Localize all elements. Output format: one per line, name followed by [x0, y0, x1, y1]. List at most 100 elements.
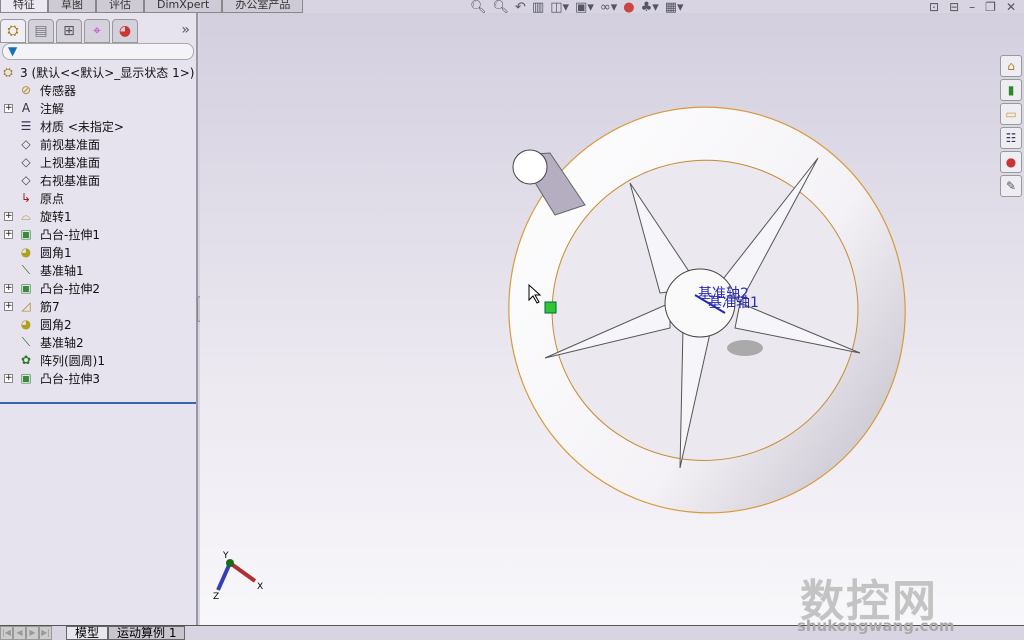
zoom-to-area-icon[interactable]: 🔍︎ [493, 0, 510, 16]
tree-item-label: 材质 <未指定> [40, 119, 124, 134]
tab-sketch[interactable]: 草图 [48, 0, 96, 13]
task-pane: ⌂ ▮ ▭ ☷ ● ✎ [1000, 55, 1024, 199]
dimxpert-manager-icon[interactable]: ⌖ [84, 19, 110, 43]
tab-motion-study-1[interactable]: 运动算例 1 [108, 626, 186, 640]
plane-icon: ◇ [21, 137, 31, 151]
tab-features[interactable]: 特征 [0, 0, 48, 13]
part-icon: ⛭ [3, 65, 13, 79]
tree-item-label: 筋7 [40, 299, 60, 314]
apply-scene-icon[interactable]: ♣▾ [641, 0, 659, 16]
tree-item-label: 凸台-拉伸2 [40, 281, 100, 296]
expand-icon[interactable]: + [4, 283, 13, 293]
home-icon[interactable]: ⌂ [1000, 55, 1022, 77]
hub-back [727, 340, 763, 356]
minimize-icon[interactable]: – [969, 0, 975, 14]
plane-icon: ◇ [21, 173, 31, 187]
last-tab-icon[interactable]: ▶| [39, 626, 52, 640]
tree-item[interactable]: ✿ 阵列(圆周)1 [0, 351, 196, 369]
tree-item[interactable]: ⟍ 基准轴1 [0, 261, 196, 279]
tree-item[interactable]: + ⌓ 旋转1 [0, 207, 196, 225]
svg-text:X: X [257, 582, 263, 592]
previous-view-icon[interactable]: ↶ [515, 0, 526, 16]
tree-item[interactable]: ⊘ 传感器 [0, 81, 196, 99]
tree-item[interactable]: ◇ 上视基准面 [0, 153, 196, 171]
tree-item[interactable]: ◕ 圆角2 [0, 315, 196, 333]
view-triad: Y X Z [213, 551, 263, 602]
zoom-to-fit-icon[interactable]: 🔍︎ [470, 0, 487, 16]
material-icon: ☰ [20, 119, 32, 133]
display-manager-icon[interactable]: ◕ [112, 19, 138, 43]
tree-item-label: 凸台-拉伸3 [40, 371, 100, 386]
edit-appearance-icon[interactable]: ● [623, 0, 634, 16]
tab-model[interactable]: 模型 [66, 626, 109, 640]
expand-icon[interactable]: + [4, 229, 13, 239]
section-view-icon[interactable]: ▥ [532, 0, 544, 16]
view-orientation-icon[interactable]: ◫▾ [550, 0, 569, 16]
plane-icon: ◇ [21, 155, 31, 169]
view-settings-icon[interactable]: ▦▾ [665, 0, 684, 16]
tree-item[interactable]: + A 注解 [0, 99, 196, 117]
tab-evaluate[interactable]: 评估 [96, 0, 144, 13]
selection-handle[interactable] [544, 301, 557, 314]
first-tab-icon[interactable]: |◀ [0, 626, 13, 640]
command-manager-tabs: 特征 草图 评估 DimXpert 办公室产品 [0, 0, 304, 13]
tree-item-label: 旋转1 [40, 209, 72, 224]
expand-icon[interactable]: + [4, 301, 13, 311]
configuration-manager-icon[interactable]: ⊞ [56, 19, 82, 43]
close-icon[interactable]: ✕ [1006, 0, 1016, 14]
expand-panel-button[interactable]: » [181, 19, 190, 43]
tree-item-label: 上视基准面 [40, 155, 101, 170]
expand-icon[interactable]: + [4, 373, 13, 383]
next-tab-icon[interactable]: ▶ [26, 626, 39, 640]
tree-item-label: 基准轴1 [40, 263, 84, 278]
tree-item[interactable]: ☰ 材质 <未指定> [0, 117, 196, 135]
restore-down-icon[interactable]: ⊟ [949, 0, 959, 14]
wheel-model: 基准轴2 基准轴1 Y X Z [213, 106, 906, 602]
prev-tab-icon[interactable]: ◀ [13, 626, 26, 640]
tree-item[interactable]: ◕ 圆角1 [0, 243, 196, 261]
expand-icon[interactable]: + [4, 211, 13, 221]
tab-dimxpert[interactable]: DimXpert [144, 0, 223, 13]
tree-item-label: 3 (默认<<默认>_显示状态 1>) [20, 65, 195, 80]
tree-item-label: 右视基准面 [40, 173, 101, 188]
tree-item[interactable]: + ▣ 凸台-拉伸3 [0, 369, 196, 387]
tree-item-label: 凸台-拉伸1 [40, 227, 100, 242]
expand-icon[interactable]: + [4, 103, 13, 113]
tree-item[interactable]: + ▣ 凸台-拉伸2 [0, 279, 196, 297]
tree-item-label: 阵列(圆周)1 [40, 353, 105, 368]
origin-icon: ↳ [20, 191, 32, 205]
tree-item-label: 传感器 [40, 83, 77, 98]
property-manager-icon[interactable]: ▤ [28, 19, 54, 43]
feature-manager-icon[interactable]: ⛭ [0, 19, 26, 43]
custom-properties-icon[interactable]: ✎ [1000, 175, 1022, 197]
design-library-icon[interactable]: ▮ [1000, 79, 1022, 101]
filter-input[interactable]: ▼ [2, 43, 194, 60]
file-explorer-icon[interactable]: ▭ [1000, 103, 1022, 125]
tree-item-label: 注解 [40, 101, 65, 116]
tree-item[interactable]: ⟍ 基准轴2 [0, 333, 196, 351]
tree-item[interactable]: ↳ 原点 [0, 189, 196, 207]
restore-up-icon[interactable]: ⊡ [929, 0, 939, 14]
tree-item-label: 前视基准面 [40, 137, 101, 152]
tab-office[interactable]: 办公室产品 [222, 0, 304, 13]
extrude-icon: ▣ [20, 227, 32, 241]
tree-item[interactable]: + ◿ 筋7 [0, 297, 196, 315]
tree-item-label: 原点 [40, 191, 65, 206]
hide-show-items-icon[interactable]: ∞▾ [600, 0, 617, 16]
tree-rollback-bar[interactable] [0, 402, 196, 404]
filter-icon: ▼ [8, 44, 18, 58]
view-palette-icon[interactable]: ☷ [1000, 127, 1022, 149]
tree-item[interactable]: ◇ 右视基准面 [0, 171, 196, 189]
fillet-icon: ◕ [20, 317, 32, 331]
graphics-viewport[interactable]: 基准轴2 基准轴1 Y X Z [200, 13, 1024, 625]
tree-item-label: 基准轴2 [40, 335, 84, 350]
appearances-icon[interactable]: ● [1000, 151, 1022, 173]
feature-tree: ⛭ 3 (默认<<默认>_显示状态 1>) ⊘ 传感器 + A 注解 ☰ 材质 <未指定> ◇ 前视… [0, 63, 196, 387]
display-style-icon[interactable]: ▣▾ [575, 0, 594, 16]
maximize-icon[interactable]: ❐ [985, 0, 996, 14]
tree-item[interactable]: ⛭ 3 (默认<<默认>_显示状态 1>) [0, 63, 196, 81]
tree-item[interactable]: ◇ 前视基准面 [0, 135, 196, 153]
fillet-icon: ◕ [20, 245, 32, 259]
tree-item[interactable]: + ▣ 凸台-拉伸1 [0, 225, 196, 243]
window-controls: ⊡ ⊟ – ❐ ✕ [929, 0, 1016, 14]
